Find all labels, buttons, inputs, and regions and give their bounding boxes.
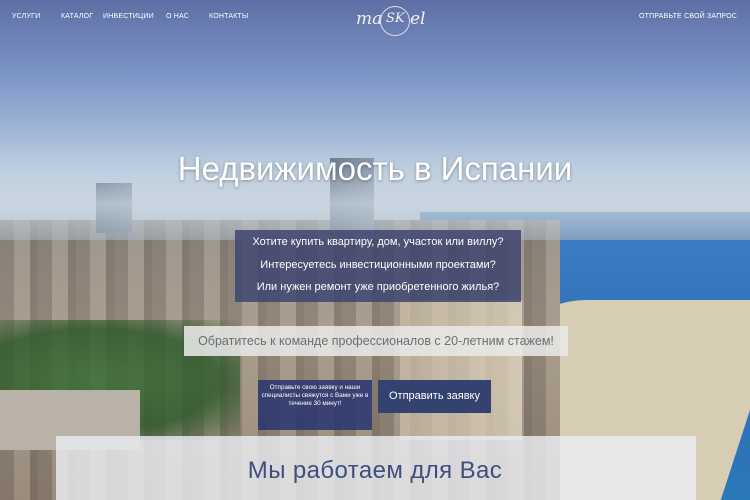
nav-item-catalog[interactable]: КАТАЛОГ — [61, 13, 93, 20]
nav-item-services[interactable]: УСЛУГИ — [12, 13, 40, 20]
logo-circle: SK — [380, 6, 410, 36]
nav-item-investments[interactable]: ИНВЕСТИЦИИ — [103, 13, 154, 20]
logo-circle-text: SK — [386, 11, 405, 26]
top-nav: УСЛУГИ КАТАЛОГ ИНВЕСТИЦИИ О НАС КОНТАКТЫ… — [0, 0, 750, 38]
logo[interactable]: ma SK el — [356, 4, 434, 36]
section-title: Мы работаем для Вас — [247, 457, 503, 484]
nav-item-contacts[interactable]: КОНТАКТЫ — [209, 13, 248, 20]
hero-title: Недвижимость в Испании — [177, 150, 573, 187]
expert-banner: Обратитесь к команде профессионалов с 20… — [184, 326, 568, 356]
submit-request-button[interactable]: Отправить заявку — [378, 380, 491, 413]
logo-prefix: ma — [356, 9, 383, 29]
question-invest: Интересуетесь инвестиционными проектами? — [260, 259, 496, 271]
building-front — [400, 300, 522, 440]
question-buy: Хотите купить квартиру, дом, участок или… — [252, 236, 504, 248]
question-renovation: Или нужен ремонт уже приобретенного жиль… — [256, 281, 500, 293]
response-note: Отправьте свою заявку и наши специалисты… — [258, 380, 372, 430]
logo-suffix: el — [410, 9, 426, 29]
questions-box: Хотите купить квартиру, дом, участок или… — [235, 230, 521, 302]
nav-item-about[interactable]: О НАС — [166, 13, 189, 20]
send-request-link[interactable]: ОТПРАВЬТЕ СВОЙ ЗАПРОС — [639, 13, 737, 20]
